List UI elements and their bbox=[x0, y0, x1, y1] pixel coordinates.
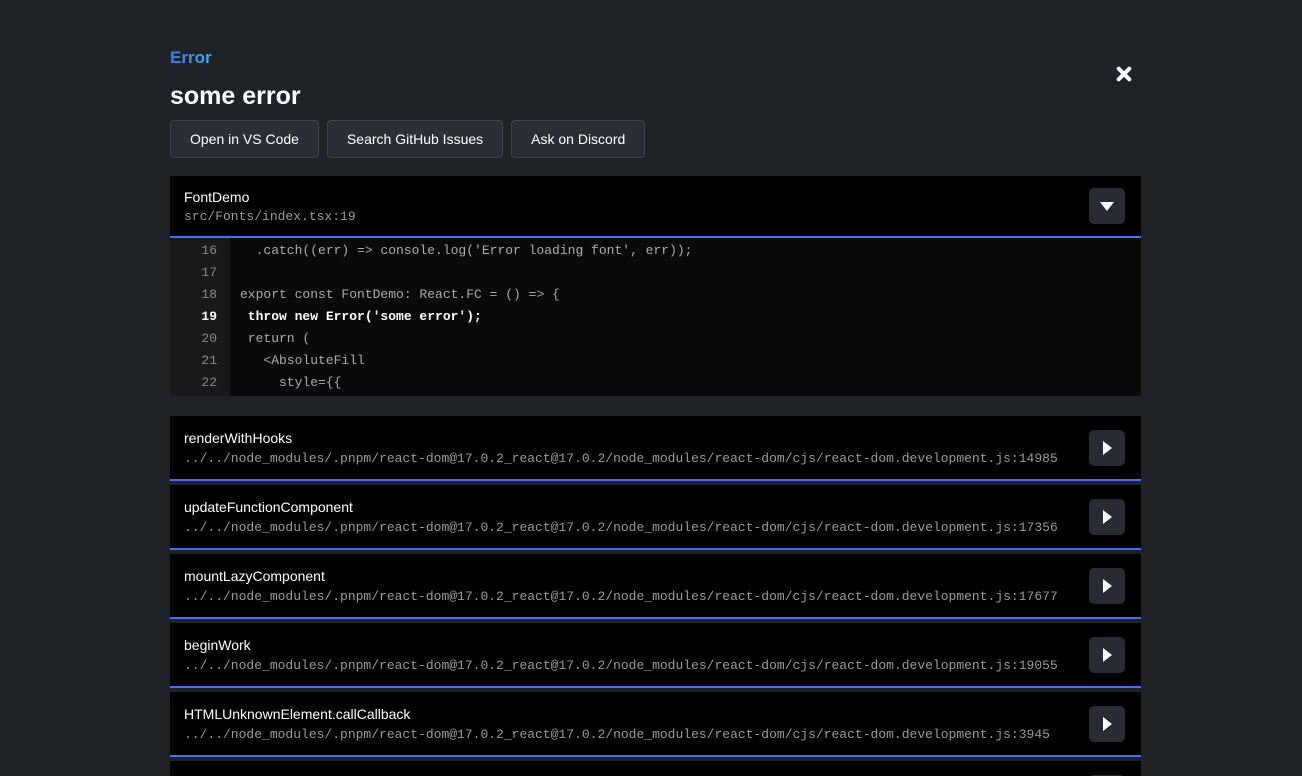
stack-frame-location: ../../node_modules/.pnpm/react-dom@17.0.… bbox=[184, 588, 1058, 605]
stack-frame-function-name: HTMLUnknownElement.callCallback bbox=[184, 705, 1050, 723]
code-text: return ( bbox=[230, 328, 310, 350]
code-line-20: 20 return ( bbox=[170, 328, 1141, 350]
code-lines: 16 .catch((err) => console.log('Error lo… bbox=[170, 238, 1141, 396]
stack-frame-meta: HTMLUnknownElement.callCallback ../../nod… bbox=[184, 705, 1050, 743]
chevron-right-icon bbox=[1103, 441, 1112, 455]
error-overlay: Error some error Open in VS CodeSearch G… bbox=[0, 0, 1302, 776]
stack-frame-card: updateFunctionComponent ../../node_module… bbox=[170, 485, 1141, 550]
chevron-right-icon bbox=[1103, 510, 1112, 524]
code-frame-function-name: FontDemo bbox=[184, 188, 356, 206]
expand-stack-frame-button[interactable] bbox=[1089, 499, 1125, 535]
stack-frame-location: ../../node_modules/.pnpm/react-dom@17.0.… bbox=[184, 450, 1058, 467]
line-number: 18 bbox=[170, 284, 230, 306]
stack-frame-function-name: updateFunctionComponent bbox=[184, 498, 1058, 516]
code-line-22: 22 style={{ bbox=[170, 372, 1141, 394]
code-frame-location: src/Fonts/index.tsx:19 bbox=[184, 208, 356, 225]
code-frame-meta: FontDemo src/Fonts/index.tsx:19 bbox=[184, 188, 356, 225]
stack-frame-card: renderWithHooks ../../node_modules/.pnpm/… bbox=[170, 416, 1141, 481]
code-text bbox=[230, 262, 240, 284]
error-type-label: Error bbox=[170, 48, 212, 68]
code-text: style={{ bbox=[230, 372, 341, 394]
line-number: 22 bbox=[170, 372, 230, 394]
chevron-right-icon bbox=[1103, 648, 1112, 662]
stack-frame-function-name: beginWork bbox=[184, 636, 1058, 654]
expand-stack-frame-button[interactable] bbox=[1089, 706, 1125, 742]
stack-frame-card: mountLazyComponent ../../node_modules/.pn… bbox=[170, 554, 1141, 619]
line-number: 17 bbox=[170, 262, 230, 284]
stack-frame-location: ../../node_modules/.pnpm/react-dom@17.0.… bbox=[184, 519, 1058, 536]
stack-frame-location: ../../node_modules/.pnpm/react-dom@17.0.… bbox=[184, 657, 1058, 674]
ask-discord-button[interactable]: Ask on Discord bbox=[511, 120, 645, 158]
code-text: .catch((err) => console.log('Error loadi… bbox=[230, 240, 692, 262]
line-number: 16 bbox=[170, 240, 230, 262]
code-line-16: 16 .catch((err) => console.log('Error lo… bbox=[170, 240, 1141, 262]
code-line-18: 18export const FontDemo: React.FC = () =… bbox=[170, 284, 1141, 306]
code-frame: FontDemo src/Fonts/index.tsx:19 16 .catc… bbox=[170, 176, 1141, 396]
stack-frame-meta: beginWork ../../node_modules/.pnpm/react-… bbox=[184, 636, 1058, 674]
stack-frame-list: renderWithHooks ../../node_modules/.pnpm/… bbox=[170, 416, 1141, 776]
expand-stack-frame-button[interactable] bbox=[1089, 568, 1125, 604]
code-text: throw new Error('some error'); bbox=[230, 306, 482, 328]
open-vs-code-button[interactable]: Open in VS Code bbox=[170, 120, 319, 158]
stack-frame-location: ../../node_modules/.pnpm/react-dom@17.0.… bbox=[184, 726, 1050, 743]
line-number: 19 bbox=[170, 306, 230, 328]
stack-frame-card: beginWork ../../node_modules/.pnpm/react-… bbox=[170, 623, 1141, 688]
stack-frame-function-name: mountLazyComponent bbox=[184, 567, 1058, 585]
code-text: <AbsoluteFill bbox=[230, 350, 365, 372]
stack-frame-meta: mountLazyComponent ../../node_modules/.pn… bbox=[184, 567, 1058, 605]
stack-frame-card bbox=[170, 761, 1141, 776]
error-overlay-content: Error some error Open in VS CodeSearch G… bbox=[170, 48, 1141, 776]
stack-frame-card: HTMLUnknownElement.callCallback ../../nod… bbox=[170, 692, 1141, 757]
code-line-17: 17 bbox=[170, 262, 1141, 284]
stack-frame-function-name: renderWithHooks bbox=[184, 429, 1058, 447]
collapse-code-frame-button[interactable] bbox=[1089, 188, 1125, 224]
chevron-right-icon bbox=[1103, 579, 1112, 593]
action-buttons: Open in VS CodeSearch GitHub IssuesAsk o… bbox=[170, 120, 1141, 158]
expand-stack-frame-button[interactable] bbox=[1089, 637, 1125, 673]
stack-frame-meta: renderWithHooks ../../node_modules/.pnpm/… bbox=[184, 429, 1058, 467]
code-frame-header: FontDemo src/Fonts/index.tsx:19 bbox=[170, 176, 1141, 238]
line-number: 20 bbox=[170, 328, 230, 350]
chevron-right-icon bbox=[1103, 717, 1112, 731]
stack-frame-meta: updateFunctionComponent ../../node_module… bbox=[184, 498, 1058, 536]
search-github-issues-button[interactable]: Search GitHub Issues bbox=[327, 120, 503, 158]
code-line-19: 19 throw new Error('some error'); bbox=[170, 306, 1141, 328]
code-text: export const FontDemo: React.FC = () => … bbox=[230, 284, 560, 306]
expand-stack-frame-button[interactable] bbox=[1089, 430, 1125, 466]
error-message-title: some error bbox=[170, 82, 1141, 110]
code-line-21: 21 <AbsoluteFill bbox=[170, 350, 1141, 372]
chevron-down-icon bbox=[1100, 202, 1114, 211]
line-number: 21 bbox=[170, 350, 230, 372]
